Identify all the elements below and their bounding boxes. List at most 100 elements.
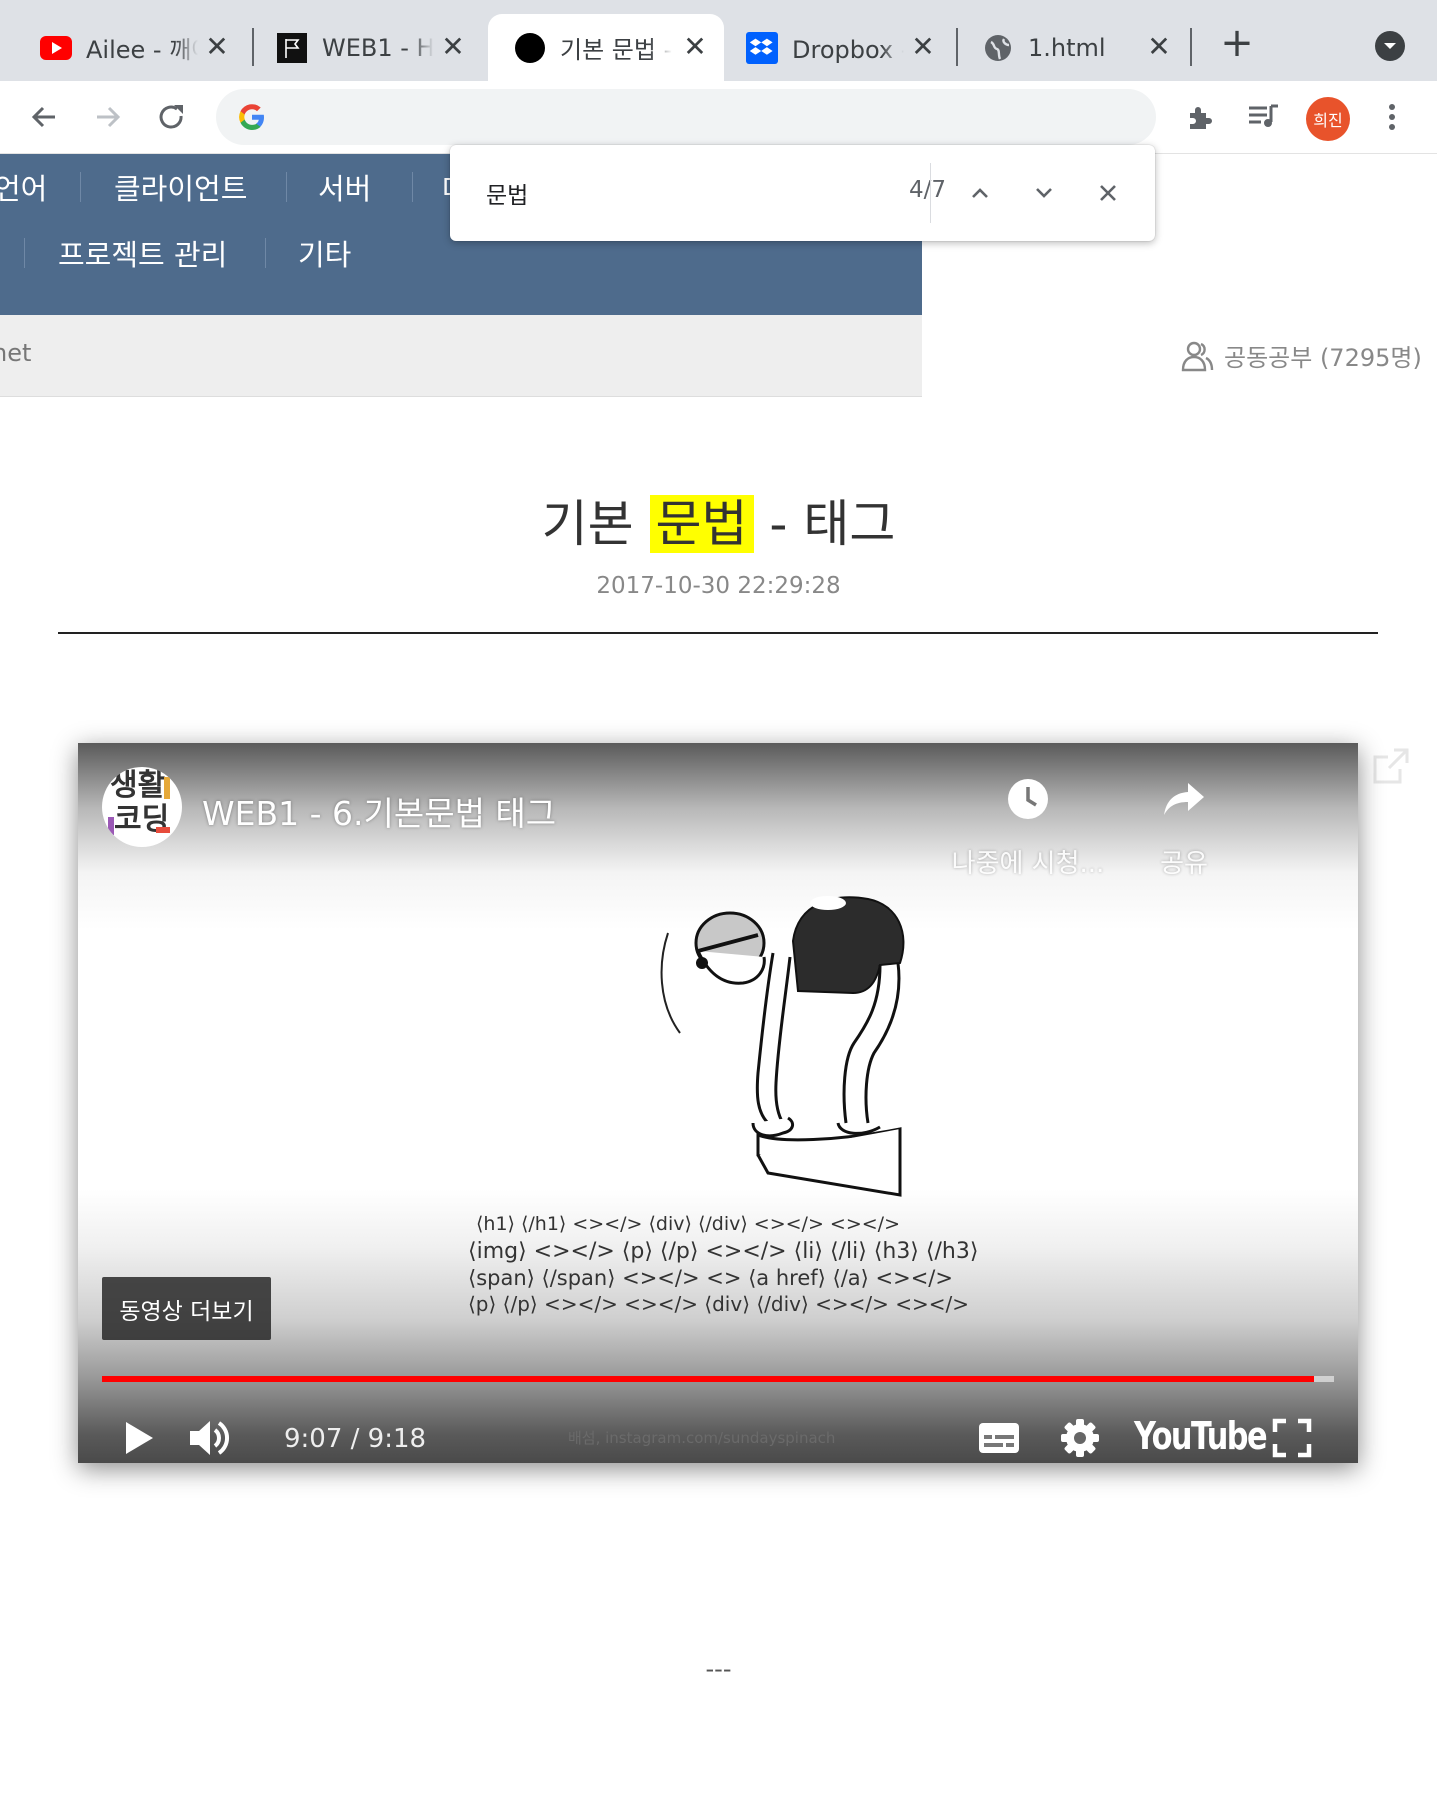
code-line: ⟨p⟩ ⟨/p⟩ <></> <></> ⟨div⟩ ⟨/div⟩ <></> … <box>468 1292 970 1316</box>
tab-close-icon[interactable]: ✕ <box>204 33 230 61</box>
tab-1-html[interactable]: 1.html ✕ <box>956 14 1188 81</box>
progress-played <box>102 1376 1314 1382</box>
external-link-icon[interactable] <box>1372 747 1410 785</box>
youtube-embed[interactable]: 생활 코딩 WEB1 - 6.기본문법 태그 나중에 시청... 공유 ⟨h1⟩… <box>78 743 1358 1463</box>
tab-title: WEB1 - HTML <box>322 33 434 62</box>
find-bar: 4/7 <box>450 145 1155 241</box>
logo-accent-icon <box>108 777 170 835</box>
chevron-up-icon <box>972 188 988 198</box>
tab-close-icon[interactable]: ✕ <box>440 33 466 61</box>
find-match-count: 4/7 <box>908 177 946 203</box>
study-group-link[interactable]: 공동공부 (7295명) <box>1180 338 1422 373</box>
chevron-down-icon <box>1036 188 1052 198</box>
fullscreen-icon <box>1272 1418 1312 1458</box>
more-videos-button[interactable]: 동영상 더보기 <box>102 1277 271 1340</box>
divider <box>58 632 1378 634</box>
nav-item-etc[interactable]: 기타 <box>298 232 351 274</box>
tab-search-button[interactable] <box>1375 31 1405 61</box>
new-tab-button[interactable]: + <box>1219 23 1255 63</box>
gear-icon <box>1061 1419 1099 1457</box>
nav-item-language[interactable]: 언어 <box>0 166 47 208</box>
channel-logo[interactable]: 생활 코딩 <box>102 767 182 847</box>
code-line: ⟨span⟩ ⟨/span⟩ <></> <> ⟨a href⟩ ⟨/a⟩ <>… <box>468 1266 953 1290</box>
code-tag-text: ⟨h1⟩ ⟨/h1⟩ <></> ⟨div⟩ ⟨/div⟩ <></> <></… <box>468 1213 979 1316</box>
media-control-button[interactable] <box>1242 95 1286 139</box>
nav-item-server[interactable]: 서버 <box>318 166 371 208</box>
forward-button[interactable] <box>86 95 130 139</box>
reload-icon <box>159 105 183 129</box>
video-title[interactable]: WEB1 - 6.기본문법 태그 <box>202 787 556 835</box>
share-button[interactable]: 공유 <box>1104 769 1264 880</box>
nav-separator <box>412 172 413 202</box>
subtitles-button[interactable] <box>978 1403 1020 1463</box>
tab-web1[interactable]: WEB1 - HTML ✕ <box>250 14 482 81</box>
tab-close-icon[interactable]: ✕ <box>682 33 708 61</box>
nav-separator <box>80 172 81 202</box>
puzzle-icon <box>1190 107 1212 129</box>
google-icon <box>239 104 264 130</box>
arrow-right-icon <box>97 106 121 128</box>
page-title: 기본 문법 - 태그 <box>0 484 1437 556</box>
browser-toolbar: 희진 <box>0 81 1437 154</box>
circle-icon <box>514 32 546 64</box>
volume-icon <box>190 1421 229 1455</box>
profile-avatar[interactable]: 희진 <box>1306 97 1350 141</box>
find-separator <box>930 163 931 223</box>
breadcrumb[interactable]: net <box>0 339 31 367</box>
youtube-logo[interactable]: YouTube <box>1134 1414 1268 1458</box>
tab-strip: Ailee - 깨어 ✕ WEB1 - HTML ✕ 기본 문법 - 태그 ✕ … <box>0 0 1437 81</box>
settings-button[interactable] <box>1060 1403 1100 1463</box>
watch-later-label: 나중에 시청... <box>951 849 1105 879</box>
code-line: ⟨img⟩ <></> ⟨p⟩ ⟨/p⟩ <></> ⟨li⟩ ⟨/li⟩ ⟨h… <box>468 1239 979 1264</box>
fullscreen-button[interactable] <box>1272 1403 1312 1463</box>
share-label: 공유 <box>1160 849 1208 879</box>
nav-separator <box>286 172 287 202</box>
back-button[interactable] <box>22 95 66 139</box>
title-suffix: - 태그 <box>753 495 896 553</box>
tab-active-post[interactable]: 기본 문법 - 태그 ✕ <box>488 14 724 81</box>
tab-close-icon[interactable]: ✕ <box>910 33 936 61</box>
reload-button[interactable] <box>150 95 194 139</box>
people-icon <box>1181 341 1214 371</box>
more-vert-icon <box>1389 104 1395 130</box>
swimmer-illustration <box>660 896 905 1197</box>
find-close-button[interactable] <box>1086 171 1130 215</box>
dropbox-icon <box>746 31 778 64</box>
play-icon <box>126 1422 153 1454</box>
play-button[interactable] <box>122 1403 156 1463</box>
tab-title: 기본 문법 - 태그 <box>560 36 672 64</box>
title-prefix: 기본 <box>541 495 650 553</box>
mute-button[interactable] <box>188 1403 234 1463</box>
video-progress-bar[interactable] <box>102 1376 1334 1382</box>
tab-title: Dropbox - 파일 <box>792 36 904 64</box>
address-bar[interactable] <box>216 89 1156 145</box>
post-footer-text: --- <box>705 1655 732 1683</box>
nav-item-client[interactable]: 클라이언트 <box>114 166 247 208</box>
video-time: 9:07 / 9:18 <box>284 1424 427 1454</box>
youtube-icon <box>40 32 72 64</box>
extensions-button[interactable] <box>1178 95 1222 139</box>
close-icon <box>1100 185 1116 201</box>
arrow-left-icon <box>31 106 55 128</box>
find-input[interactable] <box>486 173 826 213</box>
nav-separator <box>265 238 266 268</box>
video-credit: 배섬, instagram.com/sundayspinach <box>568 1429 836 1447</box>
watch-later-button[interactable]: 나중에 시청... <box>948 769 1108 880</box>
chevron-down-icon <box>1384 43 1396 49</box>
globe-icon <box>982 32 1014 64</box>
clock-icon <box>1008 779 1048 819</box>
tab-dropbox[interactable]: Dropbox - 파일 ✕ <box>720 14 952 81</box>
nav-item-project-management[interactable]: 프로젝트 관리 <box>58 232 227 274</box>
tab-title: 1.html <box>1028 33 1106 62</box>
breadcrumb-bar: net <box>0 315 922 397</box>
find-previous-button[interactable] <box>958 171 1002 215</box>
tab-ailee[interactable]: Ailee - 깨어 ✕ <box>14 14 246 81</box>
share-icon <box>1164 783 1204 815</box>
post-date: 2017-10-30 22:29:28 <box>596 573 841 599</box>
find-next-button[interactable] <box>1022 171 1066 215</box>
nav-separator <box>24 238 25 268</box>
tab-close-icon[interactable]: ✕ <box>1146 33 1172 61</box>
menu-button[interactable] <box>1370 95 1414 139</box>
address-input[interactable] <box>286 97 1126 137</box>
tab-title: Ailee - 깨어 <box>86 36 198 64</box>
